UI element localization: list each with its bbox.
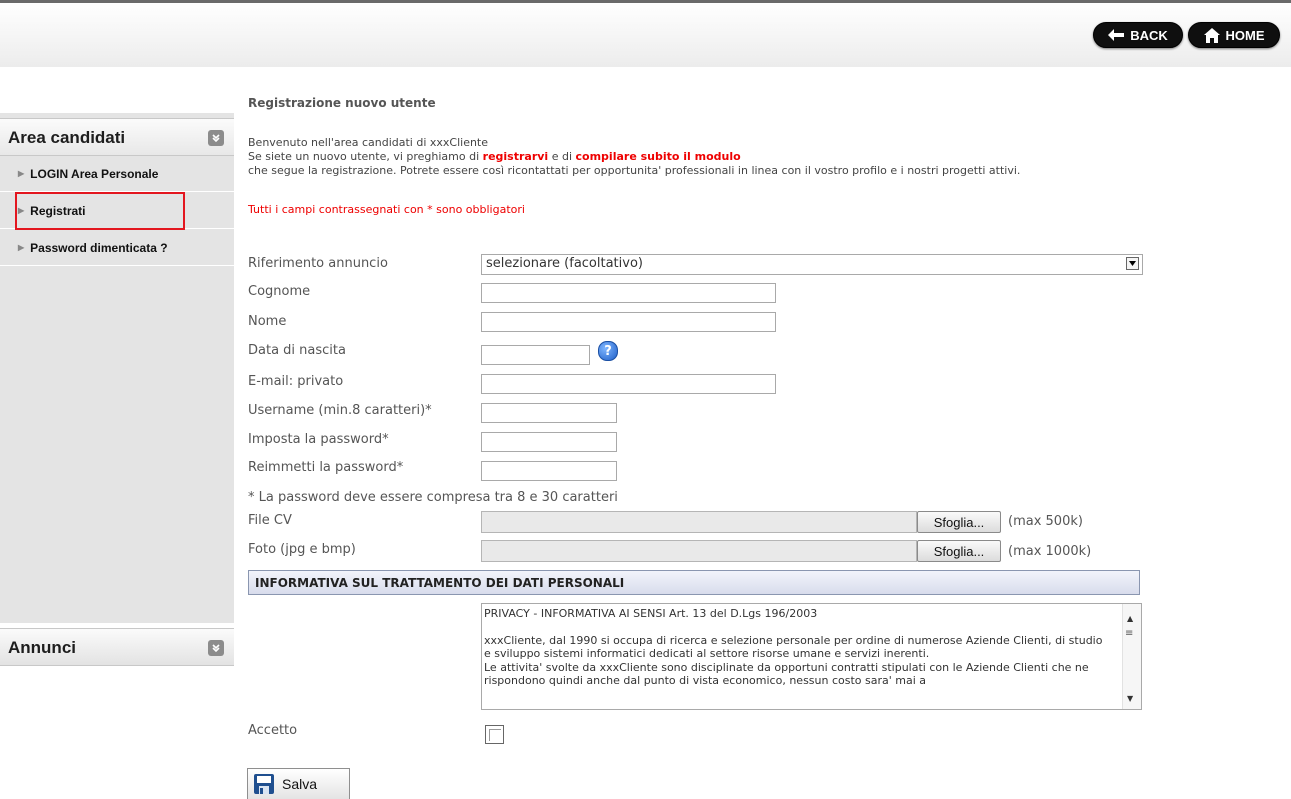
sidebar-item-label: Password dimenticata ? [30, 240, 168, 255]
sidebar-item-password-dimenticata[interactable]: ▶ Password dimenticata ? [0, 230, 234, 266]
cognome-input[interactable] [481, 283, 776, 303]
email-input[interactable] [481, 374, 776, 394]
privacy-section-header: INFORMATIVA SUL TRATTAMENTO DEI DATI PER… [248, 570, 1140, 595]
intro-text-part: Se siete un nuovo utente, vi preghiamo d… [248, 150, 483, 163]
collapse-icon[interactable] [208, 640, 224, 656]
help-icon[interactable]: ? [598, 341, 618, 361]
privacy-text: PRIVACY - INFORMATIVA AI SENSI Art. 13 d… [484, 607, 1112, 688]
collapse-icon[interactable] [208, 130, 224, 146]
intro-text-part: e di [548, 150, 576, 163]
registrarvi-emphasis: registrarvi [482, 150, 549, 163]
foto-input[interactable] [481, 540, 917, 562]
home-button[interactable]: HOME [1188, 22, 1280, 48]
privacy-paragraph: PRIVACY - INFORMATIVA AI SENSI Art. 13 d… [484, 607, 818, 620]
sidebar-section-annunci[interactable]: Annunci [0, 628, 234, 666]
file-cv-input[interactable] [481, 511, 917, 533]
scroll-down-icon[interactable]: ▼ [1127, 694, 1133, 703]
page-title: Registrazione nuovo utente [248, 96, 436, 110]
username-input[interactable] [481, 403, 617, 423]
save-button[interactable]: Salva [247, 768, 350, 799]
sidebar-item-login[interactable]: ▶ LOGIN Area Personale [0, 156, 234, 192]
username-label: Username (min.8 caratteri)* [248, 403, 432, 418]
password-input[interactable] [481, 432, 617, 452]
home-button-label: HOME [1225, 27, 1265, 43]
compilare-emphasis: compilare subito il modulo [575, 150, 741, 163]
privacy-spacer [484, 621, 1112, 634]
sidebar-section-area-candidati[interactable]: Area candidati [0, 118, 234, 156]
file-cv-browse-button[interactable]: Sfoglia... [917, 511, 1001, 533]
chevron-right-icon: ▶ [18, 169, 25, 178]
save-button-label: Salva [282, 776, 318, 792]
password-confirm-label: Reimmetti la password* [248, 460, 404, 475]
sidebar-item-label: LOGIN Area Personale [30, 166, 159, 181]
intro-line: Se siete un nuovo utente, vi preghiamo d… [248, 150, 1020, 164]
intro-line: che segue la registrazione. Potrete esse… [248, 164, 1021, 177]
sidebar-section-title: Area candidati [8, 128, 126, 147]
scroll-grip-icon[interactable]: ≡ [1125, 628, 1133, 639]
sidebar: Area candidati ▶ LOGIN Area Personale ▶ … [0, 113, 234, 623]
accetto-checkbox[interactable] [485, 725, 504, 744]
privacy-paragraph: Le attivita' svolte da xxxCliente sono d… [484, 660, 1089, 688]
data-nascita-label: Data di nascita [248, 343, 346, 358]
sidebar-section-title: Annunci [8, 638, 76, 657]
accetto-label: Accetto [248, 723, 298, 738]
riferimento-label: Riferimento annuncio [248, 256, 388, 271]
password-confirm-input[interactable] [481, 461, 617, 481]
file-cv-label: File CV [248, 513, 292, 528]
password-label: Imposta la password* [248, 432, 389, 447]
privacy-textarea[interactable]: PRIVACY - INFORMATIVA AI SENSI Art. 13 d… [481, 603, 1142, 710]
sidebar-item-registrati[interactable]: ▶ Registrati [0, 193, 234, 229]
privacy-scrollbar[interactable]: ▲ ≡ ▼ [1122, 604, 1141, 709]
dropdown-arrow-icon[interactable] [1126, 257, 1139, 270]
arrow-left-icon [1108, 29, 1125, 41]
foto-browse-button[interactable]: Sfoglia... [917, 540, 1001, 562]
nome-label: Nome [248, 314, 287, 329]
home-icon [1203, 27, 1220, 43]
intro-line: Benvenuto nell'area candidati di xxxClie… [248, 136, 489, 149]
floppy-disk-icon [254, 774, 274, 794]
privacy-paragraph: xxxCliente, dal 1990 si occupa di ricerc… [484, 633, 1103, 661]
cognome-label: Cognome [248, 284, 311, 299]
email-label: E-mail: privato [248, 374, 344, 389]
intro-text: Benvenuto nell'area candidati di xxxClie… [248, 136, 1020, 178]
foto-label: Foto (jpg e bmp) [248, 542, 356, 557]
required-fields-note: Tutti i campi contrassegnati con * sono … [248, 203, 525, 216]
chevron-right-icon: ▶ [18, 206, 25, 215]
riferimento-selected-value: selezionare (facoltativo) [486, 256, 643, 271]
data-nascita-input[interactable] [481, 345, 590, 365]
sidebar-item-label: Registrati [30, 203, 86, 218]
nome-input[interactable] [481, 312, 776, 332]
chevron-right-icon: ▶ [18, 243, 25, 252]
back-button-label: BACK [1130, 27, 1168, 43]
scroll-up-icon[interactable]: ▲ [1127, 614, 1133, 623]
password-length-note: * La password deve essere compresa tra 8… [248, 490, 618, 505]
foto-max-size: (max 1000k) [1008, 544, 1092, 559]
header-bar: BACK HOME [0, 3, 1291, 67]
back-button[interactable]: BACK [1093, 22, 1183, 48]
riferimento-select[interactable]: selezionare (facoltativo) [481, 254, 1143, 275]
file-cv-max-size: (max 500k) [1008, 514, 1083, 529]
